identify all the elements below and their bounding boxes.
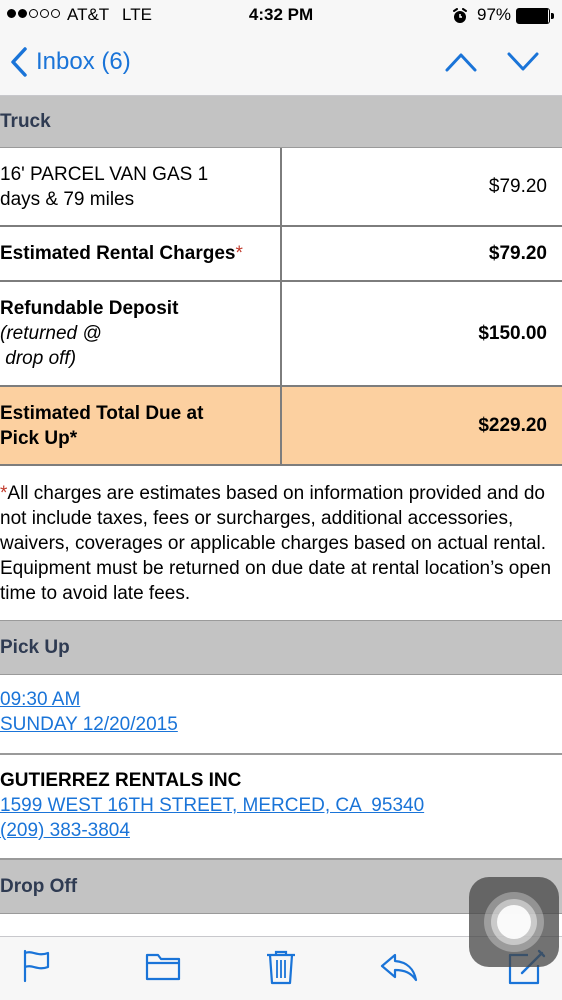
- location-phone-link[interactable]: (209) 383-3804: [0, 818, 562, 843]
- flag-icon[interactable]: [22, 949, 52, 983]
- network-type: LTE: [122, 5, 152, 24]
- trash-icon[interactable]: [265, 949, 297, 985]
- truck-item-line2: days & 79 miles: [0, 188, 135, 210]
- rental-charges-label-cell: Estimated Rental Charges*: [0, 227, 282, 280]
- rental-charges-row: Estimated Rental Charges* $79.20: [0, 227, 562, 282]
- signal-strength-icon: [7, 9, 60, 18]
- folder-icon[interactable]: [145, 949, 181, 983]
- location-name: GUTIERREZ RENTALS INC: [0, 770, 242, 791]
- total-due-label-cell: Estimated Total Due at Pick Up*: [0, 387, 282, 464]
- truck-section-header: Truck: [0, 96, 562, 148]
- deposit-note-line2: drop off): [0, 348, 77, 369]
- deposit-label: Refundable Deposit: [0, 298, 179, 319]
- carrier-name: AT&T: [67, 5, 110, 24]
- total-due-label-line1: Estimated Total Due at: [0, 402, 204, 424]
- truck-item-line1: 16' PARCEL VAN GAS 1: [0, 163, 209, 185]
- truck-item-description: 16' PARCEL VAN GAS 1 days & 79 miles: [0, 148, 282, 225]
- rental-charges-label: Estimated Rental Charges: [0, 243, 236, 264]
- deposit-note-line1: (returned @: [0, 323, 102, 344]
- truck-item-row: 16' PARCEL VAN GAS 1 days & 79 miles $79…: [0, 148, 562, 227]
- total-due-value: $229.20: [478, 414, 547, 436]
- next-message-icon[interactable]: [506, 50, 540, 74]
- alarm-icon: [453, 8, 467, 23]
- disclaimer-text: *All charges are estimates based on info…: [0, 481, 562, 621]
- rental-charges-value: $79.20: [488, 242, 547, 264]
- deposit-value: $150.00: [478, 322, 547, 344]
- status-bar: AT&T LTE 4:32 PM 97%: [0, 0, 562, 32]
- chevron-left-icon: [11, 47, 27, 77]
- battery-percentage: 97%: [477, 5, 512, 24]
- pickup-location: GUTIERREZ RENTALS INC 1599 WEST 16TH STR…: [0, 755, 562, 860]
- total-due-row: Estimated Total Due at Pick Up* $229.20: [0, 387, 562, 466]
- total-due-label-line2: Pick Up*: [0, 427, 78, 449]
- disclaimer-body: All charges are estimates based on infor…: [0, 483, 552, 604]
- truck-header-label: Truck: [0, 110, 51, 132]
- assistive-touch-button[interactable]: [469, 877, 559, 967]
- previous-message-icon[interactable]: [444, 50, 478, 74]
- pickup-time-link[interactable]: 09:30 AM: [0, 687, 562, 712]
- nav-bar: Inbox (6): [0, 32, 562, 96]
- pickup-header-label: Pick Up: [0, 636, 70, 658]
- email-body[interactable]: Truck 16' PARCEL VAN GAS 1 days & 79 mil…: [0, 96, 562, 936]
- pickup-date-link[interactable]: SUNDAY 12/20/2015: [0, 712, 562, 737]
- pickup-datetime: 09:30 AM SUNDAY 12/20/2015: [0, 675, 562, 755]
- back-to-inbox-button[interactable]: Inbox (6): [10, 47, 131, 77]
- dropoff-header-label: Drop Off: [0, 875, 78, 897]
- rental-charges-asterisk: *: [235, 243, 243, 264]
- battery-icon: [516, 8, 554, 24]
- truck-item-price: $79.20: [488, 175, 547, 197]
- deposit-label-cell: Refundable Deposit (returned @ drop off): [0, 282, 282, 385]
- deposit-row: Refundable Deposit (returned @ drop off)…: [0, 282, 562, 387]
- pickup-section-header: Pick Up: [0, 621, 562, 675]
- location-address-link[interactable]: 1599 WEST 16TH STREET, MERCED, CA 95340: [0, 793, 562, 818]
- back-label: Inbox (6): [36, 48, 131, 75]
- reply-icon[interactable]: [379, 949, 419, 983]
